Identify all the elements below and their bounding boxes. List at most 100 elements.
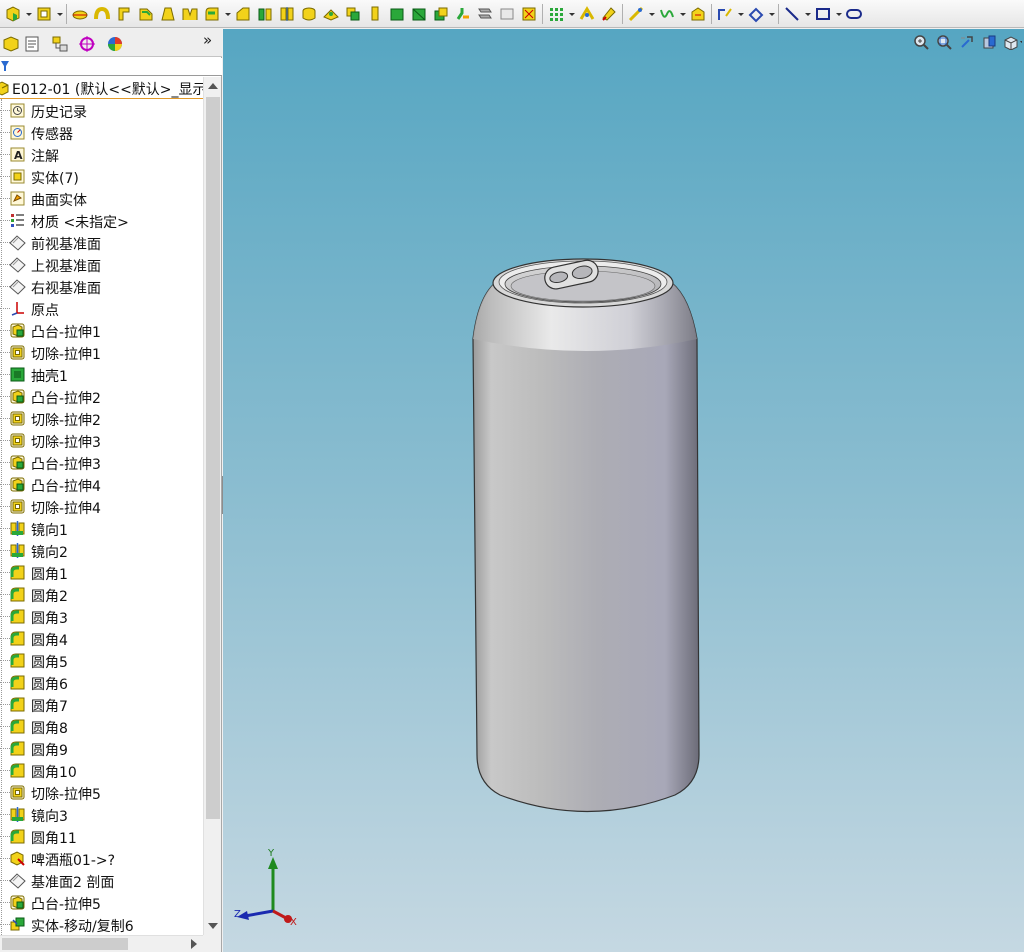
scroll-thumb[interactable] xyxy=(206,97,220,819)
sweep-icon[interactable] xyxy=(91,3,113,25)
move-face-icon[interactable] xyxy=(474,3,496,25)
tree-item[interactable]: 凸台-拉伸1 xyxy=(0,320,203,342)
tree-filter-bar[interactable] xyxy=(0,58,222,76)
smart-dim-sketch-icon[interactable] xyxy=(745,3,767,25)
scroll-down-arrow-icon[interactable] xyxy=(204,917,222,935)
rectangle-icon[interactable] xyxy=(812,3,834,25)
curves-icon[interactable] xyxy=(576,3,598,25)
shell-tool-icon[interactable] xyxy=(254,3,276,25)
filter-icon[interactable] xyxy=(0,60,10,72)
tree-item[interactable]: 基准面2 剖面 xyxy=(0,870,203,892)
tree-item[interactable]: 圆角9 xyxy=(0,738,203,760)
tree-item[interactable]: 切除-拉伸1 xyxy=(0,342,203,364)
hscroll-thumb[interactable] xyxy=(2,938,128,950)
tree-item[interactable]: 切除-拉伸3 xyxy=(0,430,203,452)
reference-geometry-dropdown[interactable] xyxy=(567,3,576,25)
sketch-edit-dropdown[interactable] xyxy=(736,3,745,25)
sketch-icon[interactable] xyxy=(687,3,709,25)
can-3d-model[interactable] xyxy=(470,228,705,818)
intersect-icon[interactable] xyxy=(342,3,364,25)
display-manager-tab[interactable] xyxy=(104,33,126,55)
mirror-tool-icon[interactable] xyxy=(276,3,298,25)
tree-item[interactable]: 切除-拉伸5 xyxy=(0,782,203,804)
tree-vertical-scrollbar[interactable] xyxy=(203,77,221,935)
freeform-icon[interactable] xyxy=(364,3,386,25)
scroll-right-arrow-icon[interactable] xyxy=(191,939,197,949)
tree-item[interactable]: 右视基准面 xyxy=(0,276,203,298)
tree-item[interactable]: 圆角10 xyxy=(0,760,203,782)
reference-geometry-icon[interactable] xyxy=(545,3,567,25)
instant3d-icon[interactable] xyxy=(598,3,620,25)
smart-dim-sketch-dropdown[interactable] xyxy=(767,3,776,25)
tree-item[interactable]: 圆角8 xyxy=(0,716,203,738)
rib-icon[interactable] xyxy=(179,3,201,25)
view-orientation-icon[interactable] xyxy=(1003,33,1022,51)
tree-item[interactable]: 镜向3 xyxy=(0,804,203,826)
boss-base-dropdown[interactable] xyxy=(24,3,33,25)
tree-item[interactable]: 曲面实体 xyxy=(0,188,203,210)
panel-expand-button[interactable]: » xyxy=(203,31,212,49)
previous-view-icon[interactable] xyxy=(957,33,976,51)
tree-item[interactable]: A 注解 xyxy=(0,144,203,166)
tree-item[interactable]: 圆角4 xyxy=(0,628,203,650)
rectangle-dropdown[interactable] xyxy=(834,3,843,25)
tree-item[interactable]: 圆角7 xyxy=(0,694,203,716)
tree-item[interactable]: 圆角1 xyxy=(0,562,203,584)
tree-item[interactable]: 凸台-拉伸2 xyxy=(0,386,203,408)
smart-dimension-dropdown[interactable] xyxy=(647,3,656,25)
dome-icon[interactable] xyxy=(298,3,320,25)
draft-icon[interactable] xyxy=(157,3,179,25)
line-dropdown[interactable] xyxy=(803,3,812,25)
tree-item[interactable]: 材质 <未指定> xyxy=(0,210,203,232)
tree-item[interactable]: 上视基准面 xyxy=(0,254,203,276)
boundary-icon[interactable] xyxy=(135,3,157,25)
graphics-viewport[interactable]: Y Z X xyxy=(223,29,1024,952)
curve-driven-pattern-icon[interactable] xyxy=(430,3,452,25)
loft-icon[interactable] xyxy=(113,3,135,25)
linear-pattern-icon[interactable] xyxy=(386,3,408,25)
tree-item[interactable]: 传感器 xyxy=(0,122,203,144)
tree-root-part[interactable]: E012-01 (默认<<默认>_显示状态 1>) xyxy=(0,77,203,99)
feature-manager-tab[interactable] xyxy=(0,33,22,55)
tree-item[interactable]: 抽壳1 xyxy=(0,364,203,386)
line-icon[interactable] xyxy=(781,3,803,25)
tree-item[interactable]: 镜向2 xyxy=(0,540,203,562)
tree-item[interactable]: 圆角11 xyxy=(0,826,203,848)
tree-item[interactable]: 实体(7) xyxy=(0,166,203,188)
scroll-up-arrow-icon[interactable] xyxy=(204,77,222,95)
tree-item[interactable]: 实体-移动/复制6 xyxy=(0,914,203,935)
smart-dimension-icon[interactable] xyxy=(625,3,647,25)
sketch-edit-icon[interactable] xyxy=(714,3,736,25)
property-manager-tab[interactable] xyxy=(21,33,43,55)
boss-base-icon[interactable] xyxy=(2,3,24,25)
configuration-manager-tab[interactable] xyxy=(49,33,71,55)
tree-item[interactable]: 切除-拉伸4 xyxy=(0,496,203,518)
dimxpert-manager-tab[interactable] xyxy=(76,33,98,55)
fillet-tool-icon[interactable] xyxy=(201,3,223,25)
tree-item[interactable]: 切除-拉伸2 xyxy=(0,408,203,430)
zoom-to-fit-icon[interactable] xyxy=(911,33,930,51)
tree-item[interactable]: 原点 xyxy=(0,298,203,320)
tree-item[interactable]: 圆角3 xyxy=(0,606,203,628)
combine-icon[interactable] xyxy=(496,3,518,25)
tree-item[interactable]: 历史记录 xyxy=(0,100,203,122)
tree-horizontal-scrollbar[interactable] xyxy=(0,935,203,952)
zoom-to-area-icon[interactable] xyxy=(934,33,953,51)
tree-item[interactable]: 圆角5 xyxy=(0,650,203,672)
tree-item[interactable]: 凸台-拉伸5 xyxy=(0,892,203,914)
fillet-dropdown[interactable] xyxy=(223,3,232,25)
wrap-icon[interactable] xyxy=(320,3,342,25)
delete-body-icon[interactable] xyxy=(518,3,540,25)
spline-dropdown[interactable] xyxy=(678,3,687,25)
tree-item[interactable]: 镜向1 xyxy=(0,518,203,540)
tree-item[interactable]: 啤酒瓶01->? xyxy=(0,848,203,870)
chamfer-icon[interactable] xyxy=(232,3,254,25)
tree-item[interactable]: 圆角6 xyxy=(0,672,203,694)
tree-item[interactable]: 前视基准面 xyxy=(0,232,203,254)
cut-dropdown[interactable] xyxy=(55,3,64,25)
section-view-icon[interactable] xyxy=(980,33,999,51)
circular-pattern-icon[interactable] xyxy=(408,3,430,25)
revolve-icon[interactable] xyxy=(69,3,91,25)
tree-item[interactable]: 圆角2 xyxy=(0,584,203,606)
spline-icon[interactable] xyxy=(656,3,678,25)
